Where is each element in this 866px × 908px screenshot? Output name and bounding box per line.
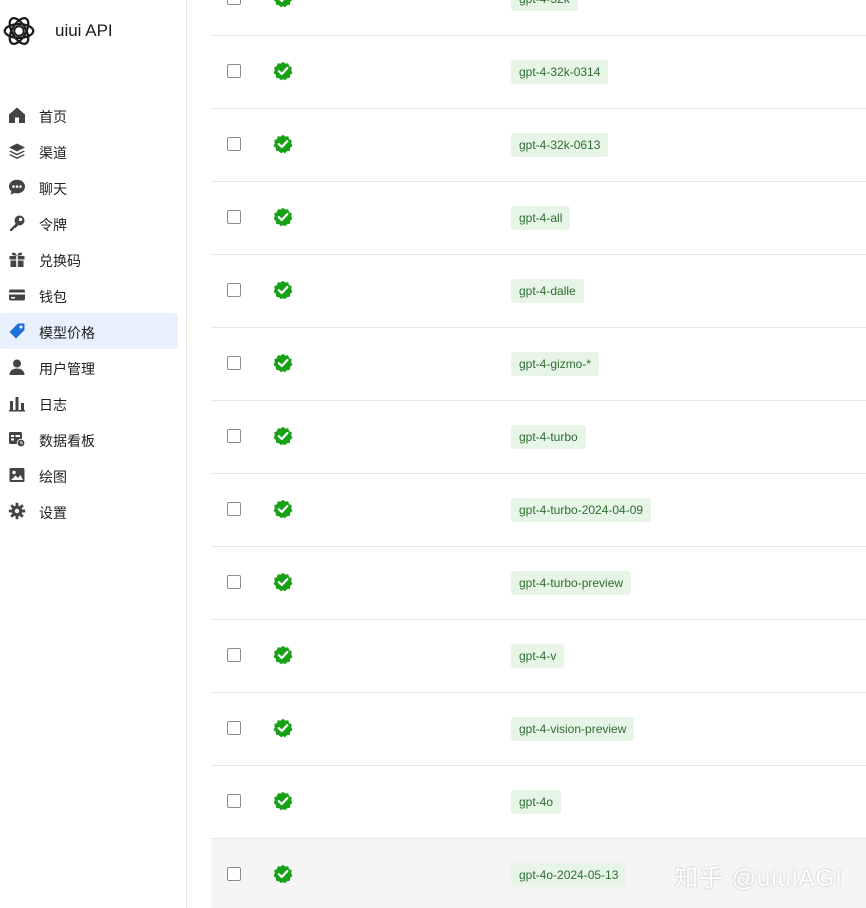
- row-checkbox[interactable]: [227, 283, 241, 297]
- verified-check-icon: [273, 353, 293, 373]
- verified-check-icon: [273, 572, 293, 592]
- openai-logo-icon: [3, 17, 35, 45]
- row-checkbox[interactable]: [227, 502, 241, 516]
- sidebar-item-label: 钱包: [39, 289, 67, 305]
- sidebar-item-logs[interactable]: 日志: [0, 385, 178, 421]
- model-name-tag: gpt-4-32k: [511, 0, 578, 11]
- model-name-tag: gpt-4o: [511, 790, 562, 814]
- model-name-tag: gpt-4-32k-0314: [511, 60, 609, 84]
- row-checkbox[interactable]: [227, 575, 241, 589]
- table-row[interactable]: gpt-4-32k-0314: [211, 36, 866, 109]
- image-icon: [8, 466, 26, 484]
- sidebar-item-label: 令牌: [39, 217, 67, 233]
- verified-check-icon: [273, 280, 293, 300]
- bar-chart-icon: [8, 394, 26, 412]
- verified-check-icon: [273, 0, 293, 8]
- table-row[interactable]: gpt-4-32k: [211, 0, 866, 36]
- verified-check-icon: [273, 207, 293, 227]
- table-row[interactable]: gpt-4-v: [211, 620, 866, 693]
- verified-check-icon: [273, 864, 293, 884]
- table-row[interactable]: gpt-4-turbo-2024-04-09: [211, 474, 866, 547]
- sidebar-item-label: 数据看板: [39, 433, 95, 449]
- brand[interactable]: uiui API: [0, 12, 113, 50]
- wallet-icon: [8, 286, 26, 304]
- table-row[interactable]: gpt-4o: [211, 766, 866, 839]
- sidebar-item-label: 兑换码: [39, 253, 81, 269]
- row-checkbox[interactable]: [227, 137, 241, 151]
- model-name-tag: gpt-4-vision-preview: [511, 717, 635, 741]
- sidebar-item-label: 聊天: [39, 181, 67, 197]
- verified-check-icon: [273, 645, 293, 665]
- table-row[interactable]: gpt-4-vision-preview: [211, 693, 866, 766]
- home-icon: [8, 106, 26, 124]
- chat-icon: [8, 178, 26, 196]
- sidebar-item-drawing[interactable]: 绘图: [0, 457, 178, 493]
- layers-icon: [8, 142, 26, 160]
- row-checkbox[interactable]: [227, 721, 241, 735]
- model-name-tag: gpt-4-turbo-2024-04-09: [511, 498, 652, 522]
- sidebar-item-home[interactable]: 首页: [0, 97, 178, 133]
- sidebar-item-label: 用户管理: [39, 361, 95, 377]
- sidebar-item-label: 渠道: [39, 145, 67, 161]
- table-row[interactable]: gpt-4-all: [211, 182, 866, 255]
- sidebar-item-label: 绘图: [39, 469, 67, 485]
- gift-icon: [8, 250, 26, 268]
- sidebar-item-wallet[interactable]: 钱包: [0, 277, 178, 313]
- sidebar-nav: 首页渠道聊天令牌兑换码钱包模型价格用户管理日志数据看板绘图设置: [0, 97, 186, 529]
- sidebar-item-data-dashboard[interactable]: 数据看板: [0, 421, 178, 457]
- user-icon: [8, 358, 26, 376]
- table-row[interactable]: gpt-4-gizmo-*: [211, 328, 866, 401]
- verified-check-icon: [273, 134, 293, 154]
- sidebar-item-settings[interactable]: 设置: [0, 493, 178, 529]
- model-name-tag: gpt-4-32k-0613: [511, 133, 609, 157]
- sidebar-item-label: 日志: [39, 397, 67, 413]
- verified-check-icon: [273, 499, 293, 519]
- sidebar-item-chat[interactable]: 聊天: [0, 169, 178, 205]
- key-icon: [8, 214, 26, 232]
- row-checkbox[interactable]: [227, 64, 241, 78]
- sidebar-item-tokens[interactable]: 令牌: [0, 205, 178, 241]
- sidebar: uiui API 首页渠道聊天令牌兑换码钱包模型价格用户管理日志数据看板绘图设置: [0, 0, 187, 908]
- row-checkbox[interactable]: [227, 210, 241, 224]
- sidebar-item-channels[interactable]: 渠道: [0, 133, 178, 169]
- table-row[interactable]: gpt-4-32k-0613: [211, 109, 866, 182]
- dashboard-icon: [8, 430, 26, 448]
- verified-check-icon: [273, 61, 293, 81]
- brand-title: uiui API: [55, 21, 113, 40]
- model-name-tag: gpt-4-gizmo-*: [511, 352, 600, 376]
- row-checkbox[interactable]: [227, 867, 241, 881]
- row-checkbox[interactable]: [227, 794, 241, 808]
- gear-icon: [8, 502, 26, 520]
- verified-check-icon: [273, 718, 293, 738]
- sidebar-item-model-pricing[interactable]: 模型价格: [0, 313, 178, 349]
- row-checkbox[interactable]: [227, 429, 241, 443]
- table-row[interactable]: gpt-4-turbo: [211, 401, 866, 474]
- verified-check-icon: [273, 426, 293, 446]
- sidebar-item-label: 设置: [39, 505, 67, 521]
- row-checkbox[interactable]: [227, 356, 241, 370]
- row-checkbox[interactable]: [227, 0, 241, 5]
- row-checkbox[interactable]: [227, 648, 241, 662]
- sidebar-item-redeem-codes[interactable]: 兑换码: [0, 241, 178, 277]
- table-row[interactable]: gpt-4-turbo-preview: [211, 547, 866, 620]
- table-row[interactable]: gpt-4-dalle: [211, 255, 866, 328]
- model-name-tag: gpt-4-turbo-preview: [511, 571, 632, 595]
- model-name-tag: gpt-4-dalle: [511, 279, 584, 303]
- verified-check-icon: [273, 791, 293, 811]
- sidebar-item-label: 模型价格: [39, 325, 95, 341]
- model-name-tag: gpt-4-v: [511, 644, 565, 668]
- sidebar-item-user-management[interactable]: 用户管理: [0, 349, 178, 385]
- model-pricing-table: gpt-4-32k gpt-4-32k-0314 gpt-4-32k-0613 …: [211, 0, 866, 908]
- price-tag-icon: [8, 322, 26, 340]
- watermark: 知乎 @uiuiAGI: [674, 865, 843, 892]
- sidebar-item-label: 首页: [39, 109, 67, 125]
- model-name-tag: gpt-4-turbo: [511, 425, 586, 449]
- model-name-tag: gpt-4-all: [511, 206, 571, 230]
- model-name-tag: gpt-4o-2024-05-13: [511, 863, 627, 887]
